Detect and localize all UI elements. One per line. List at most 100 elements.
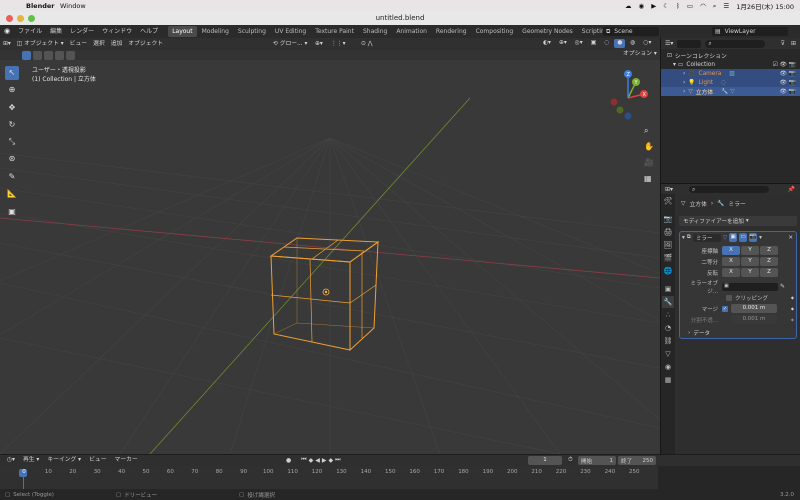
tab-constraints-icon[interactable]: ⛓ [662, 335, 674, 347]
filter-icon[interactable]: ⊽ [781, 40, 785, 47]
mode-selector[interactable]: ◫ オブジェクト ▾ [14, 40, 67, 49]
tab-uv-editing[interactable]: UV Editing [271, 26, 310, 37]
gizmo-icon[interactable]: ⊕▾ [556, 39, 570, 48]
app-menu[interactable]: Blender [26, 2, 55, 10]
tab-output-icon[interactable]: 🖨 [662, 226, 674, 238]
menu-window[interactable]: ウィンドウ [98, 25, 136, 38]
tab-geometry-nodes[interactable]: Geometry Nodes [518, 26, 577, 37]
tab-texture-paint[interactable]: Texture Paint [311, 26, 358, 37]
shading-rendered-icon[interactable]: ○▾ [640, 39, 654, 48]
merge-distance-field[interactable]: 0.001 m [731, 304, 777, 313]
flip-y-toggle[interactable]: Y [741, 268, 759, 277]
properties-editor-icon[interactable]: ⊞▾ [665, 186, 673, 193]
timeline-ruler[interactable]: 0 10 20 30 40 50 60 70 80 90 100 110 120 130 140 150 160… [0, 466, 800, 489]
menu-edit[interactable]: 編集 [46, 25, 66, 38]
view-menu[interactable]: ビュー [67, 40, 90, 49]
add-menu[interactable]: 追加 [108, 40, 126, 49]
flip-z-toggle[interactable]: Z [760, 268, 778, 277]
select-menu[interactable]: 選択 [90, 40, 108, 49]
play-icon[interactable]: ▶ [322, 457, 327, 464]
tab-animation[interactable]: Animation [392, 26, 431, 37]
tab-compositing[interactable]: Compositing [472, 26, 518, 37]
tab-modeling[interactable]: Modeling [198, 26, 233, 37]
wifi-icon[interactable]: ◠ [700, 2, 706, 10]
tab-render-icon[interactable]: 📷 [662, 213, 674, 225]
remove-modifier-icon[interactable]: ✕ [788, 235, 793, 241]
axis-z-toggle[interactable]: Z [760, 246, 778, 255]
end-frame-field[interactable]: 終了 250 [618, 456, 656, 465]
xray-icon[interactable]: ▣ [588, 39, 599, 48]
outliner-display-mode[interactable] [677, 39, 702, 48]
playback-menu[interactable]: 再生 ▾ [20, 456, 42, 465]
options-dropdown[interactable]: オプション ▾ [620, 50, 660, 59]
timeline-editor-icon[interactable]: ◷▾ [4, 456, 18, 465]
axis-x-toggle[interactable]: X [722, 246, 740, 255]
tab-modifier-icon[interactable]: 🔧 [662, 296, 674, 308]
camera-view-icon[interactable]: 🎥 [644, 158, 654, 167]
select-invert-icon[interactable] [55, 50, 64, 60]
blender-logo-icon[interactable]: ◉ [0, 25, 14, 38]
ortho-toggle-icon[interactable]: ▦ [644, 174, 652, 183]
shading-material-icon[interactable]: ◍ [627, 39, 638, 48]
rotate-tool-icon[interactable]: ↻ [5, 118, 19, 132]
visibility-icon[interactable]: ◐▾ [540, 39, 554, 48]
light-visibility-icon[interactable]: 👁 📷 [780, 80, 796, 86]
moon-icon[interactable]: ☾ [663, 2, 669, 10]
transform-tool-icon[interactable]: ⊛ [5, 152, 19, 166]
next-key-icon[interactable]: ◆ [329, 457, 334, 464]
tab-object-icon[interactable]: ▣ [662, 283, 674, 295]
zoom-view-icon[interactable]: ⌕ [644, 126, 648, 136]
tab-rendering[interactable]: Rendering [432, 26, 471, 37]
bisect-x-toggle[interactable]: X [722, 257, 740, 266]
add-modifier-button[interactable]: モディファイアーを追加 ▾ [679, 216, 797, 226]
record-icon[interactable]: ◉ [639, 2, 645, 10]
timeline-view-menu[interactable]: ビュー [86, 456, 109, 465]
tab-tool-icon[interactable]: 🛠 [662, 195, 674, 207]
camera-visibility-icon[interactable]: 👁 📷 [780, 71, 796, 77]
modifier-name-field[interactable]: ミラー [692, 233, 721, 242]
menu-render[interactable]: レンダー [66, 25, 98, 38]
outliner-item-cube[interactable]: › ▽ 立方体 🔧 ▽ 👁 📷 [661, 87, 800, 96]
modifier-wrench-icon[interactable]: 🔧 ▽ [721, 89, 735, 95]
collapse-icon[interactable]: ▾ [682, 235, 685, 241]
shading-solid-icon[interactable]: ● [614, 39, 626, 48]
play-icon[interactable]: ▶ [651, 2, 656, 10]
bisect-distance-field[interactable]: 0.001 m [731, 315, 777, 324]
snap-icon[interactable]: ⋮⋮▾ [328, 40, 349, 49]
viewlayer-selector[interactable]: ▤ ViewLayer [712, 27, 788, 36]
start-frame-field[interactable]: 開始 1 [578, 456, 616, 465]
expand-icon[interactable]: › [683, 80, 685, 86]
window-menu[interactable]: Window [60, 2, 86, 10]
search-icon[interactable]: ⌕ [713, 2, 717, 11]
clipping-checkbox[interactable] [726, 294, 732, 301]
bisect-y-toggle[interactable]: Y [741, 257, 759, 266]
tab-sculpting[interactable]: Sculpting [234, 26, 270, 37]
shading-wire-icon[interactable]: ◌ [601, 39, 612, 48]
keyframe-icon[interactable]: ◆ [791, 317, 794, 322]
collection-checkbox-icon[interactable]: ☑ 👁 📷 [773, 62, 796, 68]
tab-world-icon[interactable]: 🌐 [662, 265, 674, 277]
cursor-tool-icon[interactable]: ⊕ [5, 83, 19, 97]
axis-gizmo[interactable]: X Y Z [600, 60, 656, 120]
pivot-icon[interactable]: ⊕▾ [312, 40, 326, 49]
keyframe-icon[interactable]: ◆ [791, 306, 794, 311]
dropdown-icon[interactable]: ▾ [759, 235, 762, 241]
expand-icon[interactable]: ▾ [673, 62, 676, 68]
select-subtract-icon[interactable] [44, 50, 53, 60]
cloud-icon[interactable]: ☁ [625, 2, 632, 10]
3d-viewport[interactable]: ⊞▾ ◫ オブジェクト ▾ ビュー 選択 追加 オブジェクト ⟲ グロー... … [0, 38, 660, 454]
flip-x-toggle[interactable]: X [722, 268, 740, 277]
viewport-display-icon[interactable]: ▭ [739, 233, 748, 242]
add-cube-tool-icon[interactable]: ▣ [5, 205, 19, 219]
battery-icon[interactable]: ▭ [687, 2, 693, 10]
editmode-icon[interactable]: ▽ [723, 235, 727, 241]
move-tool-icon[interactable]: ✥ [5, 101, 19, 115]
proportional-icon[interactable]: ⊙ ⋀ [358, 40, 375, 49]
tab-view-layer-icon[interactable]: 🖼 [662, 239, 674, 251]
datetime[interactable]: 1月26日(木) 15:00 [736, 1, 794, 11]
select-new-icon[interactable] [22, 50, 31, 60]
outliner-item-light[interactable]: › 💡 Light ◌ 👁 📷 [661, 78, 800, 87]
select-intersect-icon[interactable] [66, 50, 75, 60]
light-data-icon[interactable]: ◌ [721, 80, 726, 86]
cage-icon[interactable]: ▣ [729, 233, 738, 242]
